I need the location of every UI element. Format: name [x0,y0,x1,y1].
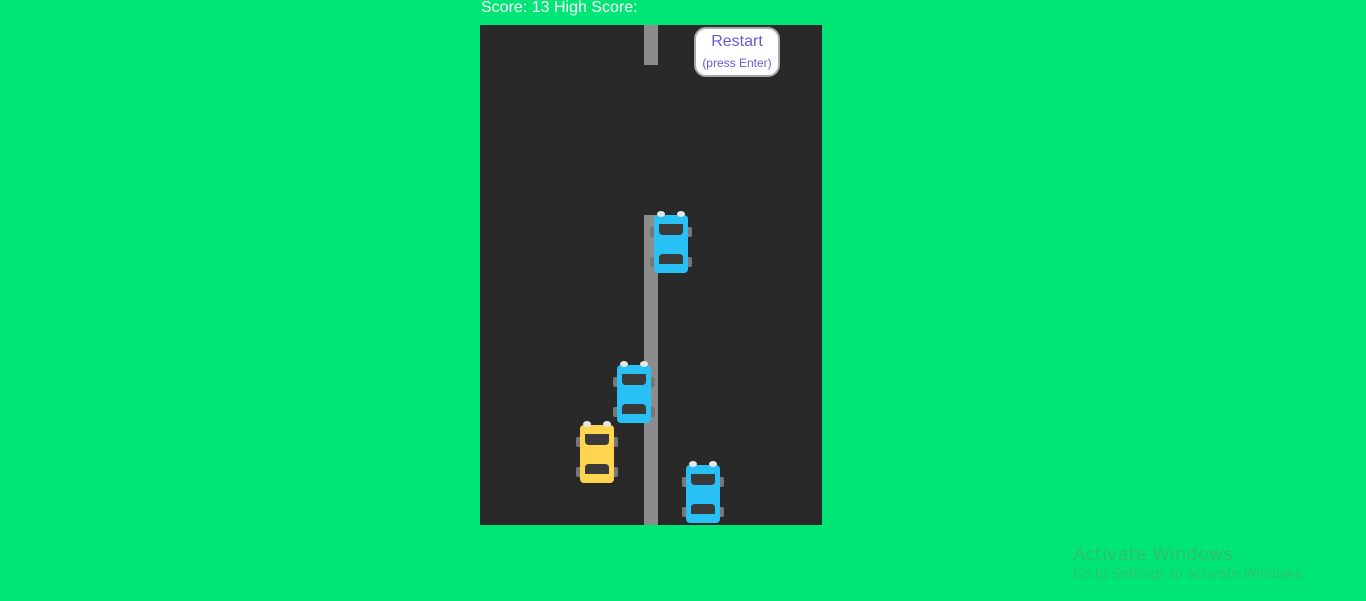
blue-car-icon [613,361,655,423]
game-road: Restart (press Enter) [480,25,822,525]
traffic-car [613,361,655,425]
lane-marking [644,25,658,65]
score-value: 13 [531,0,550,16]
blue-car-icon [650,211,692,273]
blue-car-icon [682,461,724,523]
score-display: Score: 13 High Score: [481,0,638,16]
restart-label: Restart [711,33,763,50]
traffic-car [682,461,724,525]
yellow-car-icon [576,421,618,483]
player-car [576,421,618,485]
restart-button[interactable]: Restart (press Enter) [694,27,780,77]
score-label: Score: [481,0,528,16]
watermark-subtitle: Go to Settings to activate Windows. [1073,567,1306,582]
watermark-title: Activate Windows [1073,544,1233,565]
restart-hint: (press Enter) [702,56,772,70]
traffic-car [650,211,692,275]
windows-activation-watermark: Activate Windows Go to Settings to activ… [1073,544,1306,584]
high-score-label: High Score: [553,0,638,16]
